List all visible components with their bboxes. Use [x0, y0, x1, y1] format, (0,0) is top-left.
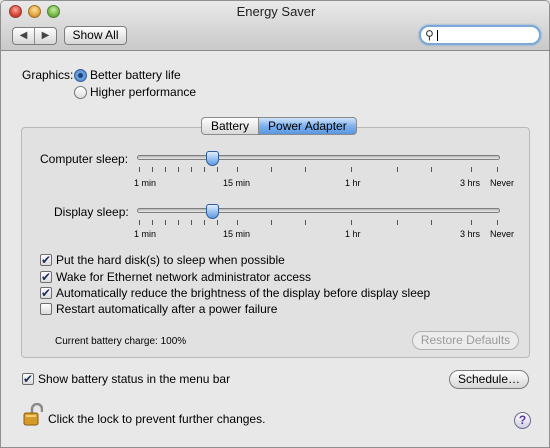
radio-label-better-battery-life: Better battery life — [90, 68, 181, 82]
back-arrow-icon[interactable]: ◀ — [13, 28, 35, 44]
checkbox-wake-ethernet[interactable]: ✔ — [40, 271, 52, 283]
forward-arrow-icon[interactable]: ▶ — [35, 28, 56, 44]
tab-power-adapter[interactable]: Power Adapter — [258, 117, 357, 135]
checkbox-label-wake-ethernet: Wake for Ethernet network administrator … — [56, 270, 311, 284]
tick-label-15min: 15 min — [223, 229, 251, 239]
schedule-button[interactable]: Schedule… — [449, 370, 529, 389]
restore-defaults-button[interactable]: Restore Defaults — [412, 331, 519, 350]
tick-label-1hr: 1 hr — [345, 178, 361, 188]
computer-sleep-ticks — [137, 167, 500, 173]
checkbox-label-show-battery-status: Show battery status in the menu bar — [38, 372, 231, 386]
checkbox-show-battery-status[interactable]: ✔ — [22, 373, 34, 385]
checkbox-restart-power-failure[interactable] — [40, 303, 52, 315]
magnifying-glass-icon: ⚲ — [425, 28, 434, 42]
back-forward-control: ◀ ▶ — [12, 27, 57, 45]
tick-label-never: Never — [490, 229, 515, 239]
help-icon[interactable]: ? — [514, 412, 531, 429]
graphics-label: Graphics: — [22, 68, 74, 82]
window-title: Energy Saver — [236, 4, 316, 19]
display-sleep-ticks — [137, 220, 500, 226]
tab-bar: Battery Power Adapter — [201, 117, 357, 135]
computer-sleep-label: Computer sleep: — [40, 152, 129, 166]
tick-label-never: Never — [490, 178, 515, 188]
radio-better-battery-life[interactable] — [74, 69, 87, 82]
display-sleep-label: Display sleep: — [54, 205, 129, 219]
tick-label-15min: 15 min — [223, 178, 251, 188]
checkbox-reduce-brightness[interactable]: ✔ — [40, 287, 52, 299]
text-caret — [437, 30, 438, 41]
search-field[interactable]: ⚲ — [419, 25, 541, 45]
title-bar: Energy Saver ◀ ▶ Show All ⚲ — [1, 1, 549, 51]
checkbox-label-hard-disk-sleep: Put the hard disk(s) to sleep when possi… — [56, 253, 285, 267]
tick-label-1hr: 1 hr — [345, 229, 361, 239]
tick-label-1min: 1 min — [134, 229, 157, 239]
radio-label-higher-performance: Higher performance — [90, 85, 197, 99]
tick-label-1min: 1 min — [134, 178, 157, 188]
energy-saver-window: Energy Saver ◀ ▶ Show All ⚲ Graphics: Be… — [0, 0, 550, 448]
tick-label-3hrs: 3 hrs — [460, 178, 481, 188]
tick-label-3hrs: 3 hrs — [460, 229, 481, 239]
checkbox-hard-disk-sleep[interactable]: ✔ — [40, 254, 52, 266]
computer-sleep-slider-knob[interactable] — [206, 151, 219, 166]
display-sleep-slider-knob[interactable] — [206, 204, 219, 219]
tab-battery[interactable]: Battery — [201, 117, 259, 135]
checkbox-label-restart-power-failure: Restart automatically after a power fail… — [56, 302, 278, 316]
battery-charge-status: Current battery charge: 100% — [55, 336, 187, 347]
display-sleep-track[interactable] — [137, 208, 500, 213]
open-lock-icon[interactable] — [23, 403, 43, 427]
computer-sleep-track[interactable] — [137, 155, 500, 160]
checkbox-label-reduce-brightness: Automatically reduce the brightness of t… — [56, 286, 431, 300]
lock-message: Click the lock to prevent further change… — [48, 412, 266, 426]
show-all-button[interactable]: Show All — [64, 26, 127, 45]
radio-higher-performance[interactable] — [74, 86, 87, 99]
